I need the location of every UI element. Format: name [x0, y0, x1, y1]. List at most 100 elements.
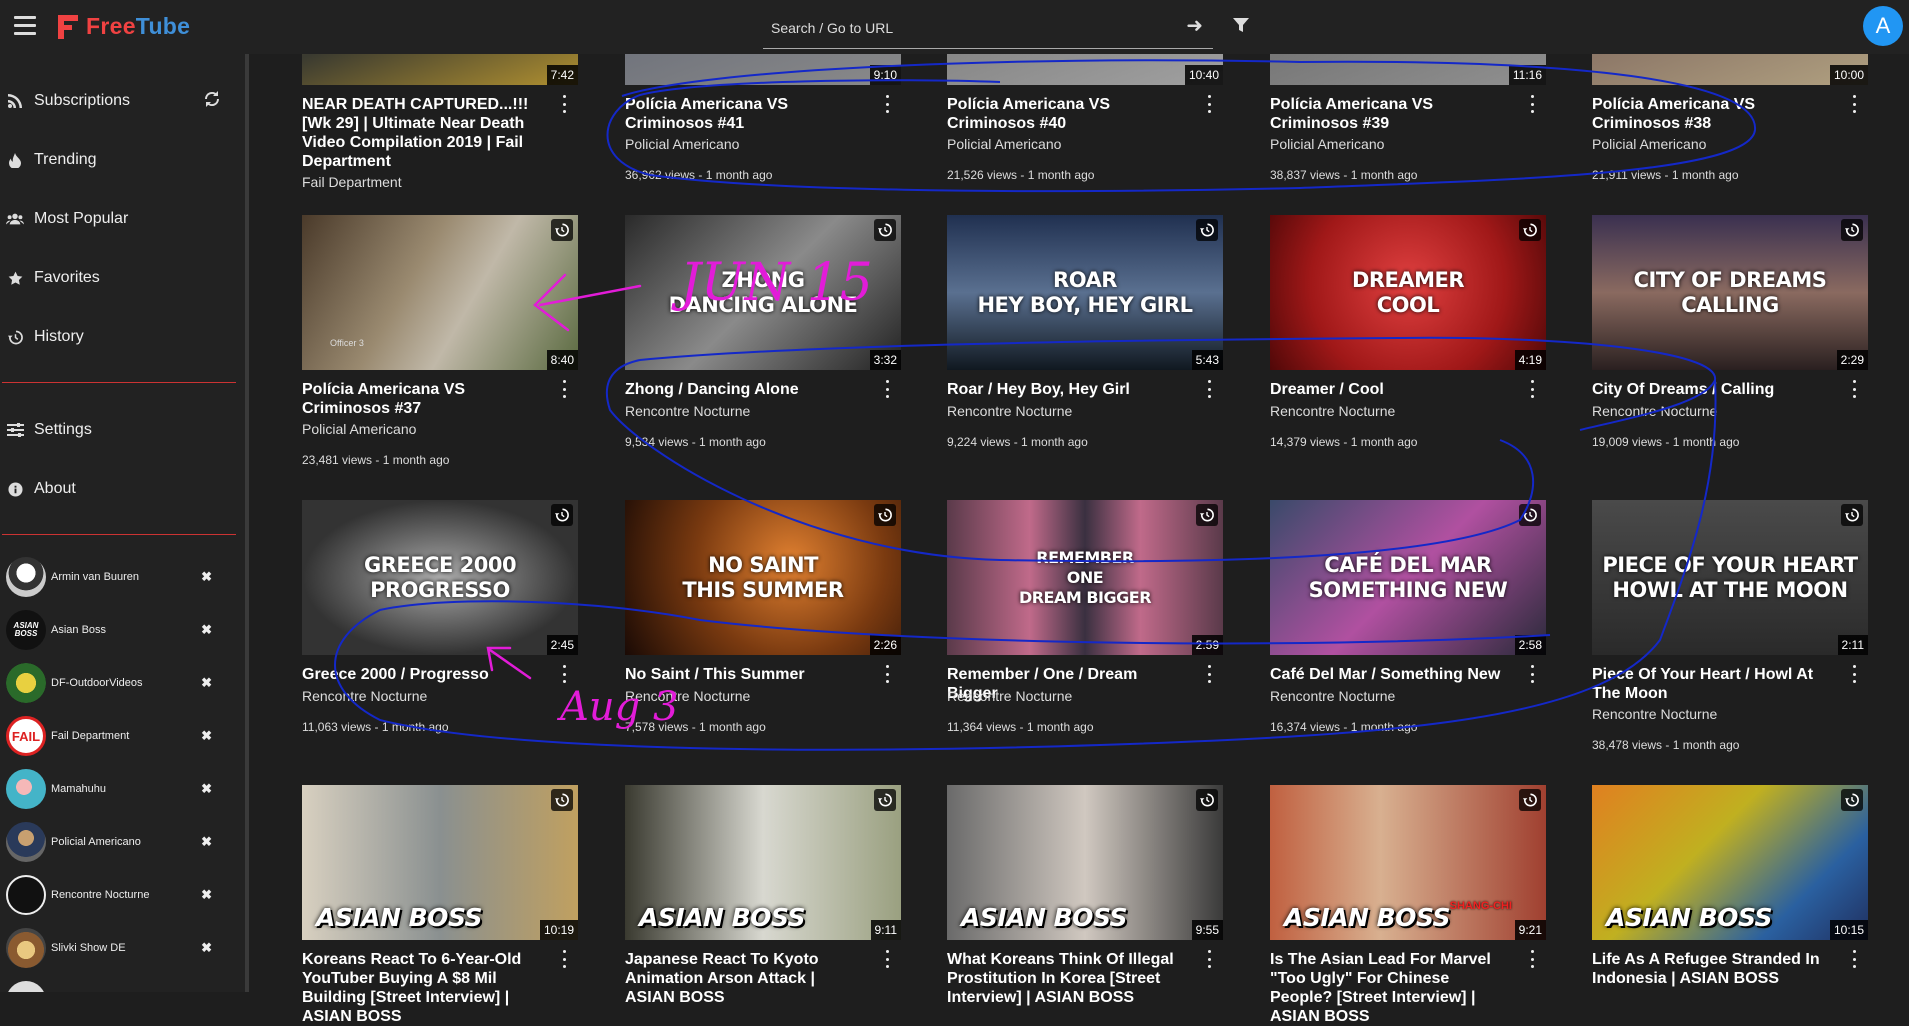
video-card[interactable]: ASIAN BOSS 10:19 Koreans React To 6-Year…	[302, 785, 578, 1025]
video-title[interactable]: Zhong / Dancing Alone	[625, 380, 863, 399]
refresh-subscriptions-icon[interactable]	[203, 90, 223, 110]
filter-icon[interactable]	[1233, 17, 1249, 38]
video-thumbnail[interactable]: ASIAN BOSS 10:19	[302, 785, 578, 940]
video-card[interactable]: GREECE 2000 PROGRESSO 2:45 Greece 2000 /…	[302, 500, 578, 734]
subscription-channel[interactable]: DF-OutdoorVideos ✖	[0, 658, 230, 708]
more-options-icon[interactable]	[883, 665, 891, 683]
video-channel[interactable]: Rencontre Nocturne	[947, 403, 1072, 419]
video-title[interactable]: NEAR DEATH CAPTURED...!!! [Wk 29] | Ulti…	[302, 95, 540, 171]
more-options-icon[interactable]	[560, 380, 568, 398]
video-card[interactable]: CAFÉ DEL MAR SOMETHING NEW 2:58 Café Del…	[1270, 500, 1546, 734]
subscription-channel[interactable]: Slivki Show DE ✖	[0, 923, 230, 973]
more-options-icon[interactable]	[1850, 950, 1858, 968]
video-card[interactable]: ROAR HEY BOY, HEY GIRL 5:43 Roar / Hey B…	[947, 215, 1223, 449]
video-card[interactable]: NO SAINT THIS SUMMER 2:26 No Saint / Thi…	[625, 500, 901, 734]
video-title[interactable]: Piece Of Your Heart / Howl At The Moon	[1592, 665, 1830, 703]
video-title[interactable]: What Koreans Think Of Illegal Prostituti…	[947, 950, 1185, 1007]
video-title[interactable]: Roar / Hey Boy, Hey Girl	[947, 380, 1185, 399]
video-thumbnail[interactable]: CITY OF DREAMS CALLING 2:29	[1592, 215, 1868, 370]
video-title[interactable]: Polícia Americana VS Criminosos #41	[625, 95, 863, 133]
sidebar-scrollbar[interactable]	[245, 54, 249, 992]
more-options-icon[interactable]	[1528, 665, 1536, 683]
video-channel[interactable]: Policial Americano	[302, 421, 416, 437]
more-options-icon[interactable]	[560, 95, 568, 113]
hamburger-menu-icon[interactable]	[14, 16, 36, 36]
video-card[interactable]: ZHONG DANCING ALONE 3:32 Zhong / Dancing…	[625, 215, 901, 449]
close-icon[interactable]: ✖	[201, 834, 212, 850]
close-icon[interactable]: ✖	[201, 622, 212, 638]
close-icon[interactable]: ✖	[201, 728, 212, 744]
video-title[interactable]: Polícia Americana VS Criminosos #39	[1270, 95, 1508, 133]
more-options-icon[interactable]	[1528, 380, 1536, 398]
more-options-icon[interactable]	[1205, 665, 1213, 683]
video-title[interactable]: Polícia Americana VS Criminosos #38	[1592, 95, 1830, 133]
video-thumbnail[interactable]: ASIAN BOSS 9:11	[625, 785, 901, 940]
video-thumbnail[interactable]: CAFÉ DEL MAR SOMETHING NEW 2:58	[1270, 500, 1546, 655]
more-options-icon[interactable]	[560, 665, 568, 683]
video-channel[interactable]: Rencontre Nocturne	[1592, 403, 1717, 419]
more-options-icon[interactable]	[1528, 950, 1536, 968]
video-channel[interactable]: Policial Americano	[1270, 136, 1384, 152]
video-title[interactable]: Greece 2000 / Progresso	[302, 665, 540, 684]
video-title[interactable]: Polícia Americana VS Criminosos #40	[947, 95, 1185, 133]
video-channel[interactable]: Policial Americano	[625, 136, 739, 152]
more-options-icon[interactable]	[1205, 950, 1213, 968]
sidebar-item-about[interactable]: About	[0, 469, 238, 509]
subscription-channel[interactable]: Policial Americano ✖	[0, 817, 230, 867]
video-title[interactable]: City Of Dreams / Calling	[1592, 380, 1830, 399]
more-options-icon[interactable]	[1850, 665, 1858, 683]
video-thumbnail[interactable]: ASIAN BOSS 10:15	[1592, 785, 1868, 940]
close-icon[interactable]: ✖	[201, 675, 212, 691]
video-channel[interactable]: Policial Americano	[947, 136, 1061, 152]
video-card[interactable]: CITY OF DREAMS CALLING 2:29 City Of Drea…	[1592, 215, 1868, 449]
video-card[interactable]: DREAMER COOL 4:19 Dreamer / Cool Rencont…	[1270, 215, 1546, 449]
video-title[interactable]: Café Del Mar / Something New	[1270, 665, 1508, 684]
search-input[interactable]	[769, 16, 1163, 40]
video-channel[interactable]: Rencontre Nocturne	[1270, 403, 1395, 419]
subscription-channel[interactable]	[0, 976, 230, 992]
video-channel[interactable]: Rencontre Nocturne	[1592, 706, 1717, 722]
sidebar-item-settings[interactable]: Settings	[0, 410, 238, 450]
sidebar-item-history[interactable]: History	[0, 317, 238, 357]
video-thumbnail[interactable]: NO SAINT THIS SUMMER 2:26	[625, 500, 901, 655]
more-options-icon[interactable]	[1528, 95, 1536, 113]
video-thumbnail[interactable]: PIECE OF YOUR HEART HOWL AT THE MOON 2:1…	[1592, 500, 1868, 655]
video-card[interactable]: ASIAN BOSS SHANG-CHI 9:21 Is The Asian L…	[1270, 785, 1546, 1025]
more-options-icon[interactable]	[1205, 380, 1213, 398]
more-options-icon[interactable]	[1850, 380, 1858, 398]
video-thumbnail[interactable]: ASIAN BOSS 9:55	[947, 785, 1223, 940]
subscription-channel[interactable]: Mamahuhu ✖	[0, 764, 230, 814]
video-thumbnail[interactable]: ROAR HEY BOY, HEY GIRL 5:43	[947, 215, 1223, 370]
subscription-channel[interactable]: Armin van Buuren ✖	[0, 552, 230, 602]
video-title[interactable]: Japanese React To Kyoto Animation Arson …	[625, 950, 863, 1007]
close-icon[interactable]: ✖	[201, 940, 212, 956]
video-channel[interactable]: Policial Americano	[1592, 136, 1706, 152]
video-card[interactable]: ASIAN BOSS 9:55 What Koreans Think Of Il…	[947, 785, 1223, 1006]
close-icon[interactable]: ✖	[201, 781, 212, 797]
video-title[interactable]: Koreans React To 6-Year-Old YouTuber Buy…	[302, 950, 540, 1026]
video-channel[interactable]: Rencontre Nocturne	[625, 403, 750, 419]
more-options-icon[interactable]	[1850, 95, 1858, 113]
video-thumbnail[interactable]: DREAMER COOL 4:19	[1270, 215, 1546, 370]
sidebar-item-favorites[interactable]: Favorites	[0, 258, 238, 298]
more-options-icon[interactable]	[560, 950, 568, 968]
more-options-icon[interactable]	[1205, 95, 1213, 113]
video-card[interactable]: ASIAN BOSS 9:11 Japanese React To Kyoto …	[625, 785, 901, 1006]
more-options-icon[interactable]	[883, 95, 891, 113]
app-logo[interactable]: FreeTube	[58, 13, 190, 40]
video-channel[interactable]: Rencontre Nocturne	[1270, 688, 1395, 704]
profile-avatar-button[interactable]: A	[1863, 6, 1903, 46]
video-thumbnail[interactable]: Officer 3 8:40	[302, 215, 578, 370]
video-thumbnail[interactable]: REMEMBER ONE DREAM BIGGER 2:59	[947, 500, 1223, 655]
video-thumbnail[interactable]: ASIAN BOSS SHANG-CHI 9:21	[1270, 785, 1546, 940]
video-title[interactable]: Polícia Americana VS Criminosos #37	[302, 380, 540, 418]
subscription-channel[interactable]: FAIL Fail Department ✖	[0, 711, 230, 761]
subscription-channel[interactable]: ASIAN BOSS Asian Boss ✖	[0, 605, 230, 655]
video-title[interactable]: No Saint / This Summer	[625, 665, 863, 684]
video-title[interactable]: Is The Asian Lead For Marvel "Too Ugly" …	[1270, 950, 1508, 1026]
sidebar-item-trending[interactable]: Trending	[0, 140, 238, 180]
video-channel[interactable]: Fail Department	[302, 174, 402, 190]
video-card[interactable]: Officer 3 8:40 Polícia Americana VS Crim…	[302, 215, 578, 467]
video-thumbnail[interactable]: ZHONG DANCING ALONE 3:32	[625, 215, 901, 370]
subscription-channel[interactable]: Rencontre Nocturne ✖	[0, 870, 230, 920]
